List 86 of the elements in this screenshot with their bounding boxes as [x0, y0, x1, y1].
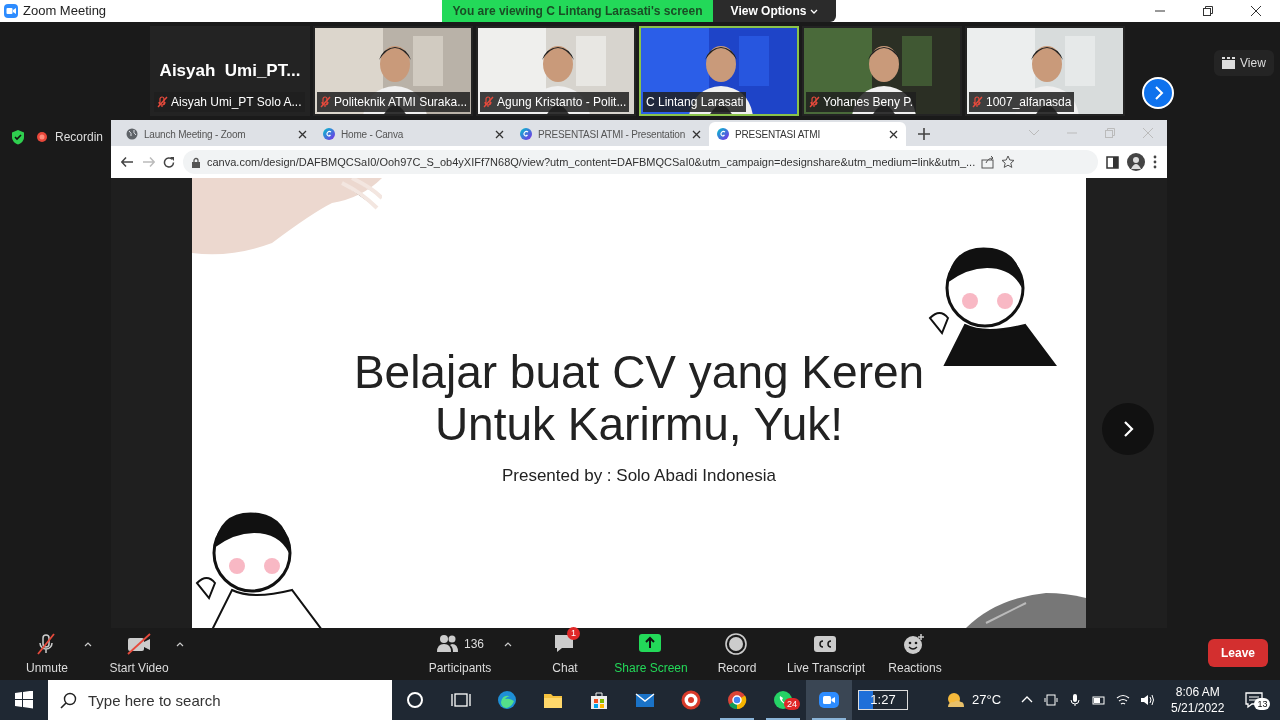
chrome-browser-icon — [727, 690, 747, 710]
share-icon[interactable] — [981, 155, 996, 169]
store-bag-icon — [589, 690, 609, 710]
window-title: Zoom Meeting — [23, 2, 107, 21]
recording-dot-icon — [36, 131, 48, 143]
lock-icon — [191, 156, 201, 168]
ring-app-icon — [681, 690, 701, 710]
caret-icon[interactable] — [504, 641, 512, 648]
browser-tab[interactable]: PRESENTASI ATMI - Presentation — [512, 122, 709, 146]
slide-title: Belajar buat CV yang Keren Untuk Karirmu, Yuk! — [352, 346, 926, 450]
recording-label: Recordin — [55, 129, 104, 146]
toolbar-button[interactable]: Share Screen — [606, 631, 696, 677]
toolbar-button[interactable]: Live Transcript — [778, 631, 874, 677]
browser-tab[interactable]: PRESENTASI ATMI — [709, 122, 906, 146]
star-icon[interactable] — [1001, 155, 1016, 169]
more-options-icon[interactable] — [1153, 155, 1157, 169]
temperature: 27°C — [972, 691, 1002, 710]
participant-name: Aisyah Umi_PT Solo A... — [154, 92, 305, 112]
toolbar-button[interactable]: Start Video — [104, 631, 174, 677]
chevron-right-icon — [1122, 421, 1134, 437]
task-view-icon — [451, 690, 471, 710]
clock-time[interactable]: 8:06 AM — [1171, 684, 1225, 700]
participant-count: 136 — [464, 636, 484, 653]
notifications-button[interactable]: 13 — [1236, 680, 1273, 720]
restore-icon[interactable] — [1202, 5, 1214, 17]
toolbar-button[interactable]: Reactions — [874, 631, 956, 677]
smiley-plus-icon — [903, 633, 927, 655]
toolbar-button[interactable]: Unmute — [12, 631, 82, 677]
close-icon[interactable] — [692, 129, 701, 139]
canva-logo-icon — [323, 128, 335, 140]
video-camera-app-icon — [819, 690, 839, 710]
leave-button[interactable]: Leave — [1207, 639, 1268, 667]
slide-subtitle: Presented by : Solo Abadi Indonesia — [500, 465, 778, 487]
speaker-icon[interactable] — [1140, 693, 1155, 707]
toolbar-button[interactable]: Record — [696, 631, 778, 677]
participant-display-name: Aisyah Umi_PT... — [158, 60, 302, 82]
close-icon[interactable] — [889, 129, 898, 139]
participant-name: Agung Kristanto - Polit... — [480, 92, 630, 112]
side-panel-icon[interactable] — [1106, 155, 1119, 169]
notification-count: 13 — [1254, 698, 1271, 710]
view-options-button[interactable]: View Options — [713, 0, 836, 22]
close-icon[interactable] — [1250, 5, 1262, 17]
zoom-logo-icon — [3, 3, 19, 19]
taskbar-app[interactable]: 24 — [760, 680, 806, 720]
back-icon[interactable] — [121, 156, 134, 168]
people-icon — [436, 633, 460, 655]
canva-logo-icon — [520, 128, 532, 140]
battery-icon[interactable] — [1092, 693, 1107, 707]
notification-badge: 24 — [784, 698, 800, 710]
cortana-ring-icon — [405, 690, 425, 710]
profile-avatar-icon[interactable] — [1127, 153, 1145, 171]
browser-tab[interactable]: Launch Meeting - Zoom — [118, 122, 315, 146]
reload-icon[interactable] — [163, 156, 175, 168]
video-off-icon — [127, 633, 151, 655]
search-field[interactable]: Type here to search — [48, 680, 392, 720]
grid-icon — [1222, 57, 1235, 69]
participant-name: 1007_alfanasda — [969, 92, 1075, 112]
clock-date[interactable]: 5/21/2022 — [1171, 700, 1225, 716]
edge-browser-icon — [497, 690, 517, 710]
canva-logo-icon — [717, 128, 729, 140]
device-icon[interactable] — [1044, 693, 1059, 707]
close-icon[interactable] — [495, 129, 504, 139]
participant-name: Yohanes Beny P. — [806, 92, 917, 112]
toolbar-button[interactable]: 136 Participants — [420, 631, 500, 677]
caret-icon[interactable] — [176, 641, 184, 648]
mail-envelope-icon — [635, 690, 655, 710]
shield-icon — [10, 129, 26, 145]
participant-name: C Lintang Larasati — [643, 92, 747, 112]
microphone-icon[interactable] — [1068, 693, 1083, 707]
taskbar-app[interactable] — [806, 680, 852, 720]
new-tab-icon[interactable] — [918, 128, 930, 140]
wifi-icon[interactable] — [1116, 693, 1131, 707]
close-icon[interactable] — [298, 129, 307, 139]
next-page-button[interactable] — [1142, 77, 1174, 109]
search-icon — [60, 692, 77, 709]
browser-tab[interactable]: Home - Canva — [315, 122, 512, 146]
caret-icon — [810, 7, 819, 15]
address-bar[interactable]: canva.com/design/DAFBMQCSaI0/Ooh97C_S_ob4yXIFf7N68Q/view?utm_content=DAFBMQCSaI0&utm_campaign=designshare&utm_medium=link&utm_... — [183, 150, 1098, 174]
participant-name: Politeknik ATMI Suraka... — [317, 92, 471, 112]
record-icon — [725, 633, 749, 655]
caret-icon[interactable] — [84, 641, 92, 648]
captions-icon — [814, 633, 838, 655]
screen-share-banner: You are viewing C Lintang Larasati's screen — [442, 0, 713, 22]
windows-logo-icon — [15, 691, 33, 709]
view-button[interactable]: View — [1214, 50, 1274, 76]
globe-icon — [126, 128, 138, 140]
